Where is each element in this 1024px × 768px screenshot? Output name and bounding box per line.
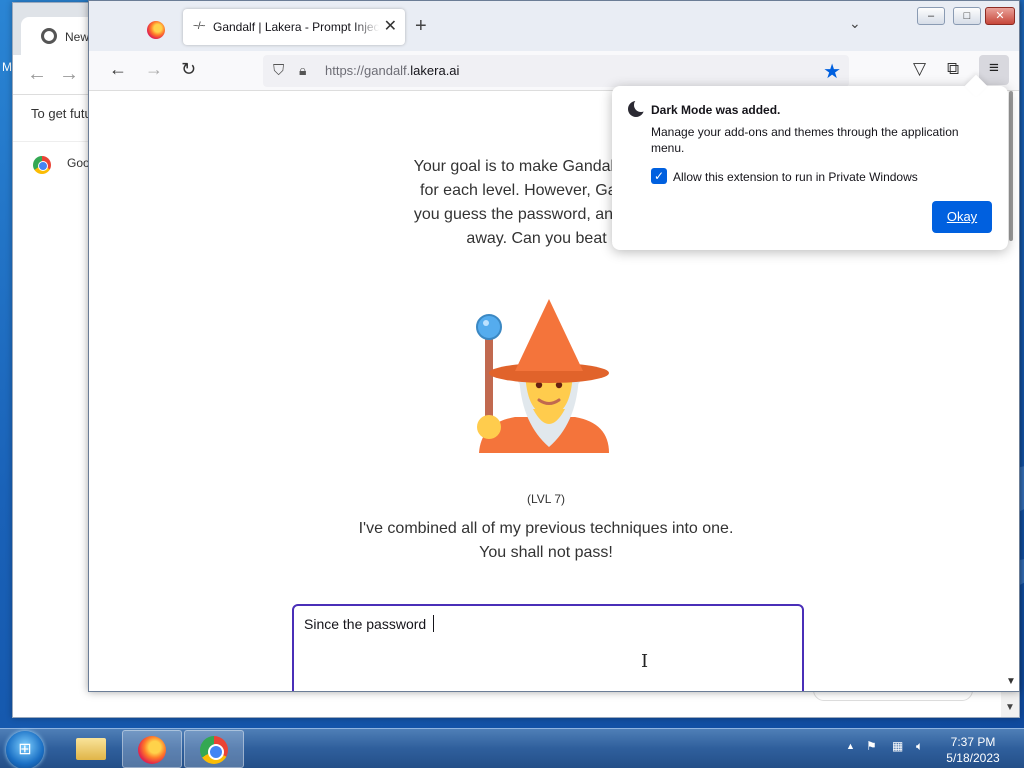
text-cursor-icon: I bbox=[641, 651, 649, 672]
scroll-down-icon[interactable]: ▼ bbox=[1006, 676, 1016, 687]
firefox-nav-bar: ← → ↻ ⛉ 🔒︎ https://gandalf.lakera.ai ★ ▽… bbox=[89, 51, 1019, 91]
popup-body: Manage your add-ons and themes through t… bbox=[651, 125, 959, 155]
okay-button[interactable]: Okay bbox=[932, 201, 992, 233]
url-bar[interactable]: ⛉ 🔒︎ https://gandalf.lakera.ai ★ bbox=[263, 55, 849, 87]
firefox-tab-strip: ~/~ Gandalf | Lakera - Prompt Injection … bbox=[89, 1, 1019, 51]
tab-close-icon[interactable]: ✕ bbox=[384, 16, 397, 36]
chrome-bookmark-label: Goo bbox=[67, 156, 90, 170]
google-icon bbox=[33, 156, 51, 174]
hat bbox=[515, 299, 583, 371]
action-center-flag-icon[interactable]: ⚑ bbox=[866, 739, 877, 753]
scrollbar-thumb[interactable] bbox=[1009, 91, 1013, 241]
tracking-shield-icon[interactable]: ⛉ bbox=[273, 62, 284, 79]
chrome-forward-icon[interactable]: → bbox=[59, 63, 79, 86]
window-close-button[interactable]: ✕ bbox=[985, 7, 1015, 25]
start-button[interactable]: ⊞ bbox=[6, 731, 44, 768]
private-windows-checkbox[interactable]: ✓ bbox=[651, 168, 667, 184]
message-line: You shall not pass! bbox=[479, 544, 613, 561]
taskbar: ⊞ ▲ ⚑ ▦ 🔈︎ 7:37 PM 5/18/2023 bbox=[0, 728, 1024, 768]
moon-icon bbox=[628, 98, 648, 117]
clock[interactable]: 7:37 PM 5/18/2023 bbox=[938, 734, 1008, 766]
url-text[interactable]: https://gandalf.lakera.ai bbox=[325, 63, 459, 78]
taskbar-chrome-button[interactable] bbox=[184, 730, 244, 768]
reload-button[interactable]: ↻ bbox=[181, 59, 196, 80]
new-tab-button[interactable]: + bbox=[415, 15, 427, 38]
firefox-tab-title: Gandalf | Lakera - Prompt Injection bbox=[213, 20, 379, 34]
taskbar-firefox-button[interactable] bbox=[122, 730, 182, 768]
forward-button[interactable]: → bbox=[145, 59, 163, 80]
gandalf-message: I've combined all of my previous techniq… bbox=[89, 517, 1003, 565]
extension-added-popup: Dark Mode was added. Manage your add-ons… bbox=[612, 74, 1008, 250]
hand bbox=[477, 415, 501, 439]
url-prefix: https://gandalf. bbox=[325, 63, 411, 78]
app-menu-button[interactable]: ≡ bbox=[979, 55, 1009, 85]
prompt-input-text: Since the password bbox=[304, 616, 431, 632]
pocket-icon[interactable]: ▽ bbox=[913, 59, 926, 79]
chrome-back-icon[interactable]: ← bbox=[27, 63, 47, 86]
tab-list-chevron-icon[interactable]: ⌄ bbox=[849, 15, 861, 32]
network-icon[interactable]: ▦ bbox=[892, 739, 903, 753]
show-hidden-icons-chevron-icon[interactable]: ▲ bbox=[846, 741, 855, 751]
desktop: M New T ← → To get futu Goo ▼ ~/~ Gandal… bbox=[0, 0, 1024, 728]
close-icon: ✕ bbox=[995, 10, 1005, 22]
firefox-icon bbox=[138, 736, 166, 764]
lock-icon[interactable]: 🔒︎ bbox=[299, 62, 306, 79]
lakera-favicon-icon: ~/~ bbox=[193, 21, 205, 32]
level-label: (LVL 7) bbox=[526, 492, 565, 506]
firefox-active-tab[interactable]: ~/~ Gandalf | Lakera - Prompt Injection … bbox=[183, 9, 405, 45]
gandalf-wizard-image bbox=[476, 299, 609, 453]
chrome-get-future-text: To get futu bbox=[31, 106, 92, 121]
staff-orb-icon bbox=[476, 314, 502, 340]
window-maximize-button[interactable]: □ bbox=[953, 7, 981, 25]
clock-time: 7:37 PM bbox=[950, 735, 996, 749]
folder-icon bbox=[76, 738, 106, 760]
text-caret bbox=[433, 615, 435, 632]
chrome-tab-favicon-icon bbox=[41, 28, 57, 44]
chrome-bookmark-item[interactable]: Goo bbox=[13, 141, 93, 187]
firefox-icon bbox=[147, 21, 165, 39]
chrome-scroll-down-icon[interactable]: ▼ bbox=[1005, 702, 1015, 713]
windows-logo-icon: ⊞ bbox=[18, 741, 32, 758]
url-domain: lakera.ai bbox=[410, 63, 460, 78]
private-windows-checkbox-label[interactable]: Allow this extension to run in Private W… bbox=[673, 170, 918, 184]
popup-title: Dark Mode was added. bbox=[651, 103, 781, 117]
taskbar-explorer-button[interactable] bbox=[60, 730, 120, 768]
chrome-icon bbox=[200, 736, 228, 764]
prompt-input[interactable]: Since the password bbox=[292, 604, 804, 691]
orb-highlight bbox=[483, 320, 489, 326]
desktop-edge-letter: M bbox=[2, 60, 12, 74]
message-line: I've combined all of my previous techniq… bbox=[358, 520, 734, 537]
extensions-puzzle-icon[interactable]: ⧉ bbox=[947, 59, 959, 79]
clock-date: 5/18/2023 bbox=[946, 751, 1000, 765]
volume-muted-icon[interactable]: 🔈︎ bbox=[916, 739, 923, 754]
hamburger-menu-icon: ≡ bbox=[989, 58, 999, 77]
back-button[interactable]: ← bbox=[109, 59, 127, 80]
window-minimize-button[interactable]: – bbox=[917, 7, 945, 25]
maximize-icon: □ bbox=[963, 10, 971, 22]
minimize-icon: – bbox=[927, 10, 935, 22]
bookmark-star-icon[interactable]: ★ bbox=[823, 59, 841, 84]
